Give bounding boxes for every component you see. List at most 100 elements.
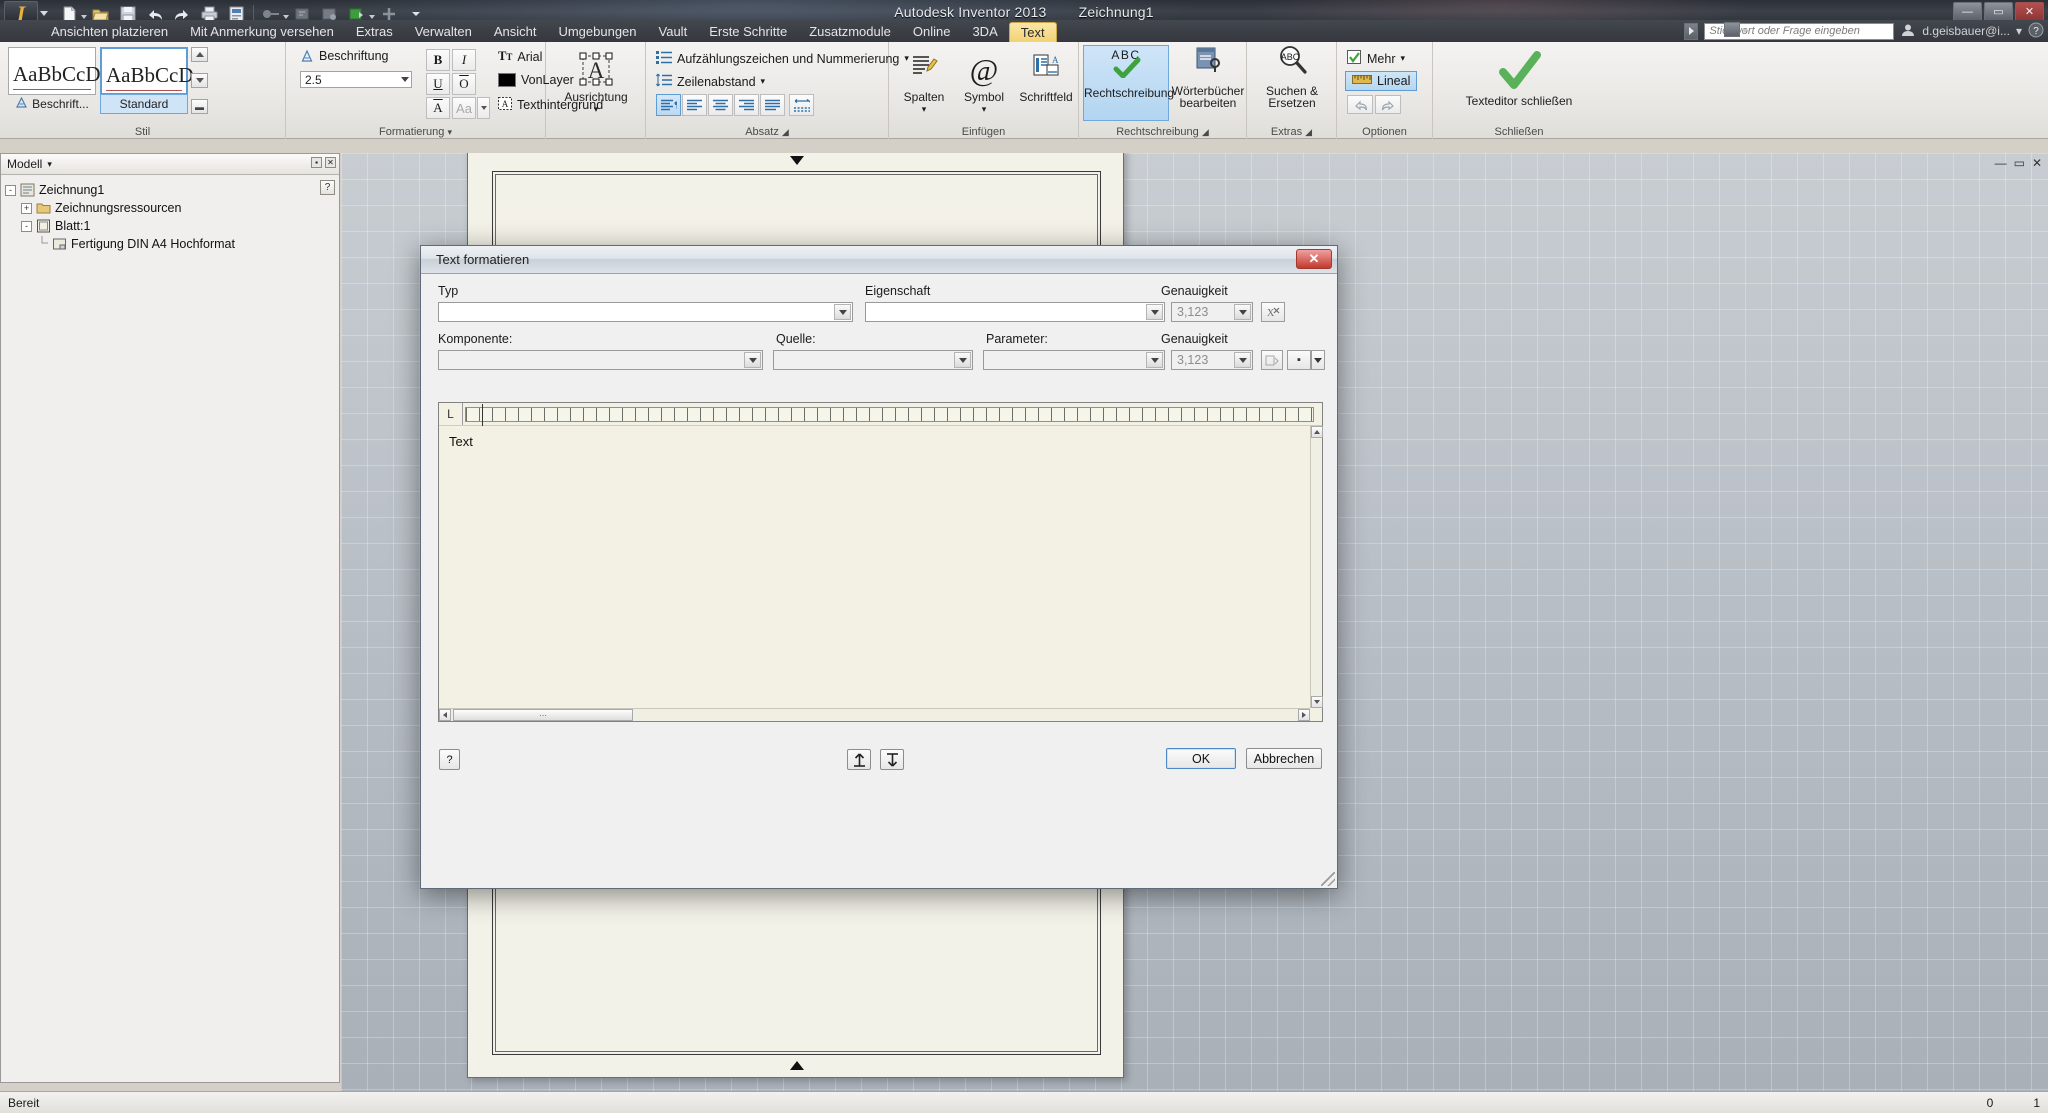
- suchen-ersetzen-button[interactable]: ABC Suchen & Ersetzen: [1251, 45, 1333, 109]
- text-editor-area[interactable]: Text: [439, 426, 1310, 708]
- maximize-button[interactable]: ▭: [1984, 2, 2013, 22]
- texteditor-schliessen-button[interactable]: Texteditor schließen: [1439, 48, 1599, 108]
- underline-button[interactable]: U: [426, 73, 450, 95]
- editor-scroll-down-button[interactable]: [1311, 696, 1323, 708]
- mehr-caret-icon[interactable]: ▾: [1400, 53, 1405, 64]
- signin-icon[interactable]: [1900, 23, 1916, 40]
- help-icon[interactable]: ?: [2028, 22, 2044, 41]
- browser-close-button[interactable]: ✕: [325, 157, 336, 168]
- browser-help-button[interactable]: ?: [320, 180, 335, 195]
- editor-ruler[interactable]: [465, 404, 1314, 426]
- browser-pin-button[interactable]: ▪: [311, 157, 322, 168]
- move-down-button[interactable]: [880, 749, 904, 770]
- editor-hscroll-thumb[interactable]: ⋯: [453, 709, 633, 721]
- genauigkeit-1-combo[interactable]: 3,123: [1171, 302, 1253, 322]
- ausrichtung-button[interactable]: A Ausrichtung ▾: [550, 50, 642, 115]
- panel-extras-launcher-icon[interactable]: ◢: [1305, 127, 1312, 137]
- panel-rechtschreibung-launcher-icon[interactable]: ◢: [1202, 127, 1209, 137]
- tree-expander-icon[interactable]: +: [21, 202, 32, 214]
- format-style-name[interactable]: Beschriftung: [300, 49, 388, 63]
- editor-scroll-left-button[interactable]: [439, 709, 451, 721]
- parameter-caret-icon[interactable]: [1146, 352, 1163, 368]
- align-center-button[interactable]: [708, 94, 733, 116]
- browser-header-caret-icon[interactable]: ▾: [47, 159, 52, 170]
- symbol-pick-button[interactable]: ▪: [1287, 350, 1311, 370]
- symbol-button[interactable]: @ Symbol ▾: [955, 50, 1013, 115]
- ribbon-collapse-button[interactable]: [1724, 22, 1740, 37]
- style-gallery-down-button[interactable]: [191, 73, 208, 88]
- insert-property-button[interactable]: X: [1261, 302, 1285, 322]
- eigenschaft-caret-icon[interactable]: [1146, 304, 1163, 320]
- bullets-numbering-button[interactable]: Aufzählungszeichen und Nummerierung ▾: [656, 50, 909, 67]
- dialog-resize-grip[interactable]: [1321, 872, 1335, 886]
- line-spacing-caret-icon[interactable]: ▾: [761, 76, 766, 87]
- ok-button[interactable]: OK: [1166, 748, 1236, 769]
- tab-stop-selector[interactable]: L: [439, 403, 463, 425]
- komponente-caret-icon[interactable]: [744, 352, 761, 368]
- woerterbuecher-bearbeiten-button[interactable]: Wörterbücher bearbeiten: [1171, 45, 1245, 109]
- ribbon-tab-mit-anmerkung-versehen[interactable]: Mit Anmerkung versehen: [179, 22, 345, 42]
- redo-small-button[interactable]: [1375, 95, 1401, 114]
- minimize-button[interactable]: —: [1953, 2, 1982, 22]
- spalten-button[interactable]: Spalten ▾: [895, 50, 953, 115]
- tree-expander-icon[interactable]: -: [5, 184, 16, 196]
- editor-scroll-up-button[interactable]: [1311, 426, 1323, 438]
- move-up-button[interactable]: [847, 749, 871, 770]
- genauigkeit-2-caret-icon[interactable]: [1234, 352, 1251, 368]
- eigenschaft-combo[interactable]: [865, 302, 1165, 322]
- ribbon-tab-3da[interactable]: 3DA: [961, 22, 1008, 42]
- italic-button[interactable]: I: [452, 49, 476, 71]
- ribbon-tab-ansicht[interactable]: Ansicht: [483, 22, 548, 42]
- komponente-combo[interactable]: [438, 350, 763, 370]
- ribbon-tab-text[interactable]: Text: [1008, 22, 1057, 42]
- style-label-standard[interactable]: Standard: [100, 94, 188, 114]
- dialog-help-button[interactable]: ?: [439, 749, 460, 770]
- line-spacing-button[interactable]: Zeilenabstand ▾: [655, 73, 766, 90]
- ribbon-tab-online[interactable]: Online: [902, 22, 962, 42]
- close-button[interactable]: ✕: [2015, 2, 2044, 22]
- doc-maximize-button[interactable]: ▭: [2014, 156, 2025, 170]
- editor-scroll-right-button[interactable]: [1298, 709, 1310, 721]
- doc-close-button[interactable]: ✕: [2032, 156, 2042, 170]
- undo-small-button[interactable]: [1347, 95, 1373, 114]
- ribbon-tab-zusatzmodule[interactable]: Zusatzmodule: [798, 22, 902, 42]
- style-preview-standard[interactable]: AaBbCcD: [100, 47, 194, 95]
- quelle-combo[interactable]: [773, 350, 973, 370]
- style-gallery-up-button[interactable]: [191, 47, 208, 62]
- style-label-beschriftung[interactable]: Beschrift...: [8, 94, 96, 114]
- indent-button[interactable]: [789, 94, 814, 116]
- parameter-combo[interactable]: [983, 350, 1165, 370]
- ribbon-tab-umgebungen[interactable]: Umgebungen: [547, 22, 647, 42]
- style-preview-beschriftung[interactable]: AaBbCcD: [8, 47, 101, 95]
- symbol-pick-caret-button[interactable]: [1311, 350, 1325, 370]
- strikethrough-button[interactable]: A: [426, 97, 450, 119]
- panel-formatierung-caret-icon[interactable]: ▾: [447, 127, 452, 137]
- overline-button[interactable]: O: [452, 73, 476, 95]
- ribbon-tab-verwalten[interactable]: Verwalten: [404, 22, 483, 42]
- genauigkeit-1-caret-icon[interactable]: [1234, 304, 1251, 320]
- editor-horizontal-scrollbar[interactable]: ⋯: [439, 708, 1310, 721]
- ribbon-tab-erste-schritte[interactable]: Erste Schritte: [698, 22, 798, 42]
- align-right-button[interactable]: [734, 94, 759, 116]
- spalten-caret-icon[interactable]: ▾: [895, 104, 953, 115]
- align-left-button[interactable]: [682, 94, 707, 116]
- rechtschreibung-button[interactable]: ABC Rechtschreibung: [1083, 45, 1174, 121]
- quelle-caret-icon[interactable]: [954, 352, 971, 368]
- tree-item-blatt-1[interactable]: - Blatt:1: [5, 217, 339, 235]
- account-caret-icon[interactable]: ▾: [2016, 24, 2022, 38]
- case-caret-button[interactable]: [477, 97, 490, 119]
- insert-parameter-button[interactable]: [1261, 350, 1283, 370]
- genauigkeit-2-combo[interactable]: 3,123: [1171, 350, 1253, 370]
- bold-button[interactable]: B: [426, 49, 450, 71]
- search-arrow-icon[interactable]: [1684, 22, 1699, 40]
- tree-item-fertigung-din-a4-hochformat[interactable]: Fertigung DIN A4 Hochformat: [5, 235, 339, 253]
- mehr-button[interactable]: Mehr ▾: [1347, 50, 1405, 67]
- text-size-combo[interactable]: 2.5: [300, 71, 412, 88]
- style-gallery-more-button[interactable]: ▬: [191, 99, 208, 114]
- typ-caret-icon[interactable]: [834, 304, 851, 320]
- symbol-caret-icon[interactable]: ▾: [955, 104, 1013, 115]
- lineal-button[interactable]: Lineal: [1345, 71, 1418, 91]
- schriftfeld-button[interactable]: A Schriftfeld: [1015, 50, 1077, 104]
- cancel-button[interactable]: Abbrechen: [1246, 748, 1322, 769]
- tree-item-zeichnung1[interactable]: - Zeichnung1: [5, 181, 339, 199]
